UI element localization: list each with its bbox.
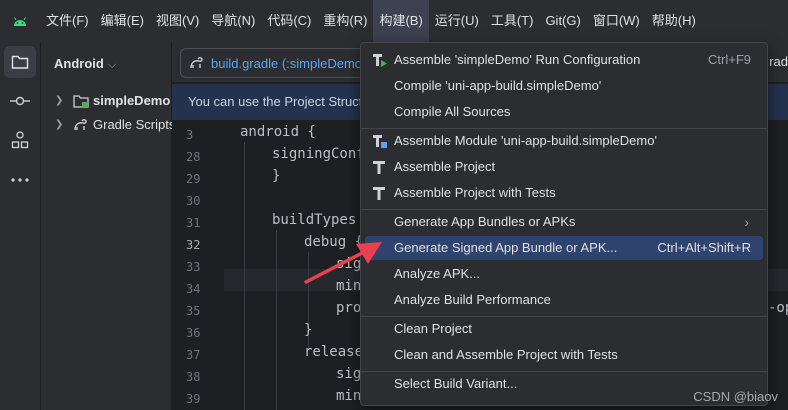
menu-help[interactable]: 帮助(H)	[646, 0, 702, 42]
tab-build-gradle[interactable]: build.gradle (:simpleDemo)	[180, 48, 390, 78]
line-number: 35	[186, 304, 201, 318]
line-number: 37	[186, 348, 201, 362]
line-number: 3	[186, 128, 194, 142]
tool-window-bar	[0, 42, 40, 410]
red-arrow-annotation-icon	[304, 242, 382, 284]
commit-icon[interactable]	[4, 85, 36, 117]
menu-run[interactable]: 运行(U)	[429, 0, 485, 42]
assemble-run-icon	[373, 54, 387, 67]
tree-item-gradle-scripts[interactable]: ❯ Gradle Scripts	[55, 114, 175, 136]
project-folder-icon[interactable]	[4, 46, 36, 78]
menu-bar: 文件(F) 编辑(E) 视图(V) 导航(N) 代码(C) 重构(R) 构建(B…	[0, 0, 788, 42]
tab-label: build.gradle (:simpleDemo)	[211, 55, 367, 71]
tree-item-label: Gradle Scripts	[93, 117, 176, 132]
android-studio-logo-icon[interactable]	[0, 0, 40, 42]
menu-view[interactable]: 视图(V)	[150, 0, 205, 42]
code-line[interactable]: android {	[240, 124, 316, 140]
project-view-title: Android	[54, 56, 104, 71]
line-number: 38	[186, 370, 201, 384]
line-number: 33	[186, 260, 201, 274]
gradle-icon	[190, 57, 203, 69]
chevron-right-icon[interactable]: ❯	[55, 90, 69, 112]
menu-code[interactable]: 代码(C)	[261, 0, 317, 42]
menu-item-generate-app-bundles[interactable]: Generate App Bundles or APKs ›	[365, 210, 763, 234]
build-menu-dropdown: Assemble 'simpleDemo' Run Configuration …	[360, 42, 768, 406]
menu-edit[interactable]: 编辑(E)	[95, 0, 150, 42]
code-overflow-text: -op	[768, 300, 788, 316]
line-number: 30	[186, 194, 201, 208]
menu-navigate[interactable]: 导航(N)	[205, 0, 261, 42]
line-number: 36	[186, 326, 201, 340]
menu-refactor[interactable]: 重构(R)	[317, 0, 373, 42]
menu-build[interactable]: 构建(B)	[373, 0, 429, 42]
chevron-right-icon[interactable]: ❯	[55, 114, 69, 136]
line-number-current: 32	[186, 238, 201, 252]
watermark-text: CSDN @biaov	[693, 389, 778, 404]
tree-item-simpledemo[interactable]: ❯ simpleDemo	[55, 90, 170, 112]
assemble-module-icon	[373, 135, 387, 148]
menu-tools[interactable]: 工具(T)	[485, 0, 540, 42]
line-number: 28	[186, 150, 201, 164]
gradle-icon	[74, 119, 87, 131]
structure-icon[interactable]	[4, 124, 36, 156]
submenu-arrow-icon: ›	[744, 214, 749, 230]
menu-item-clean-project[interactable]: Clean Project	[365, 317, 763, 341]
line-number: 29	[186, 172, 201, 186]
code-line[interactable]: }	[304, 322, 312, 338]
menu-git[interactable]: Git(G)	[539, 0, 586, 42]
project-panel: Android ⌵ ❯ simpleDemo ❯ Gradle Scripts	[40, 42, 175, 410]
menu-item-clean-assemble-tests[interactable]: Clean and Assemble Project with Tests	[365, 343, 763, 367]
tab-overflow-text: rad	[769, 54, 788, 69]
chevron-down-icon: ⌵	[107, 59, 117, 71]
menu-item-assemble-module[interactable]: Assemble Module 'uni-app-build.simpleDem…	[365, 129, 763, 153]
menu-item-analyze-build-performance[interactable]: Analyze Build Performance	[365, 288, 763, 312]
menu-item-generate-signed-bundle[interactable]: Generate Signed App Bundle or APK... Ctr…	[365, 236, 763, 260]
line-number-gutter: 3 28 29 30 31 32 33 34 35 36 37 38 39	[172, 122, 224, 410]
project-view-selector[interactable]: Android ⌵	[54, 56, 116, 72]
menu-item-analyze-apk[interactable]: Analyze APK...	[365, 262, 763, 286]
menu-item-assemble-project[interactable]: Assemble Project	[365, 155, 763, 179]
line-number: 31	[186, 216, 201, 230]
code-line[interactable]: }	[272, 168, 280, 184]
menu-item-assemble-run-config[interactable]: Assemble 'simpleDemo' Run Configuration …	[365, 48, 763, 72]
code-line[interactable]: buildTypes {	[272, 212, 373, 228]
tree-item-label: simpleDemo	[93, 93, 171, 108]
hammer-icon	[373, 161, 385, 174]
line-number: 34	[186, 282, 201, 296]
menu-item-assemble-project-tests[interactable]: Assemble Project with Tests	[365, 181, 763, 205]
menu-file[interactable]: 文件(F)	[40, 0, 95, 42]
menu-item-compile-module[interactable]: Compile 'uni-app-build.simpleDemo'	[365, 74, 763, 98]
indent-guide	[244, 142, 245, 410]
menu-item-compile-all-sources[interactable]: Compile All Sources	[365, 100, 763, 124]
indent-guide	[276, 230, 277, 410]
more-tools-icon[interactable]	[4, 164, 36, 196]
hammer-icon	[373, 187, 385, 200]
menu-window[interactable]: 窗口(W)	[587, 0, 646, 42]
line-number: 39	[186, 392, 201, 406]
folder-module-icon	[73, 95, 89, 108]
